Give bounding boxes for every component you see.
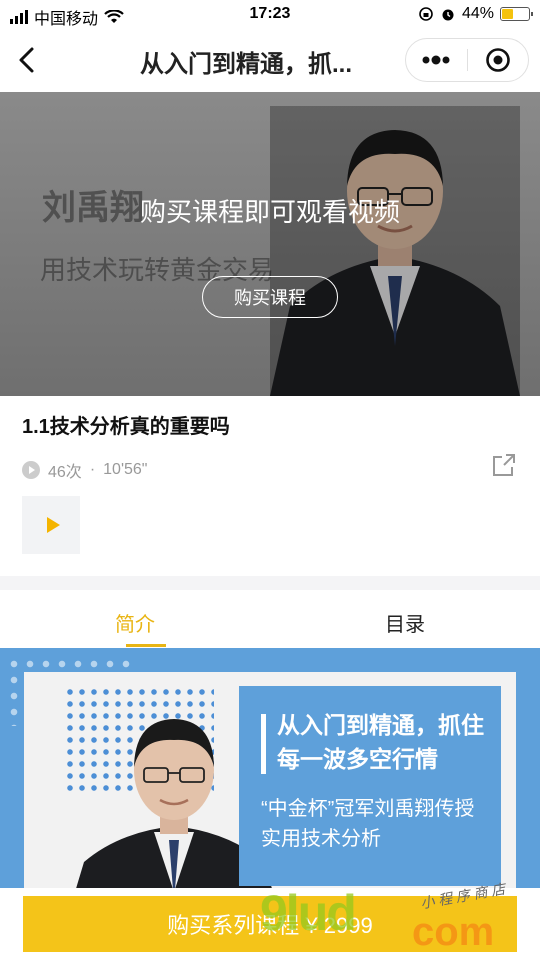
share-icon[interactable] bbox=[490, 451, 518, 479]
more-dots-icon bbox=[422, 55, 450, 65]
battery-icon bbox=[500, 7, 533, 21]
alarm-icon bbox=[442, 9, 454, 21]
headline-bar bbox=[261, 714, 266, 774]
play-count-icon bbox=[22, 461, 40, 479]
video-player[interactable]: 刘禹翔 用技术玩转黄金交易 购买课程即可观看视频 购买课程 bbox=[0, 92, 540, 396]
play-icon bbox=[46, 517, 60, 533]
page: 中国移动 17:23 44% 从入门到精通，抓... 刘禹翔 用技术玩转黄金交易… bbox=[0, 0, 540, 960]
meta-separator: · bbox=[89, 461, 96, 478]
audio-play-button[interactable] bbox=[22, 496, 80, 554]
buy-series-button[interactable]: 购买系列课程 ¥ 2999 bbox=[23, 896, 517, 952]
lesson-title: 1.1技术分析真的重要吗 bbox=[22, 416, 230, 438]
lesson-meta: 46次 · 10'56" bbox=[22, 458, 147, 482]
tab-catalog[interactable]: 目录 bbox=[270, 590, 540, 648]
lesson-duration: 10'56" bbox=[103, 461, 148, 478]
tab-bar: 简介 目录 bbox=[0, 590, 540, 648]
back-arrow-icon[interactable] bbox=[10, 42, 46, 78]
battery-percent: 44% bbox=[461, 5, 494, 22]
banner-headline: 从入门到精通，抓住每一波多空行情 bbox=[277, 712, 484, 772]
status-bar: 中国移动 17:23 44% bbox=[0, 0, 540, 30]
mini-program-capsule bbox=[405, 38, 529, 82]
buy-course-button[interactable]: 购买课程 bbox=[202, 276, 338, 318]
video-lock-message: 购买课程即可观看视频 bbox=[139, 197, 400, 227]
tab-intro[interactable]: 简介 bbox=[0, 590, 270, 648]
battery-fill bbox=[502, 9, 514, 19]
target-circle-icon bbox=[485, 48, 510, 72]
rotation-lock-icon bbox=[419, 7, 433, 21]
page-title: 从入门到精通，抓... bbox=[140, 51, 353, 78]
close-button[interactable] bbox=[467, 38, 528, 82]
more-button[interactable] bbox=[406, 38, 467, 82]
banner-subline: “中金杯”冠军刘禹翔传授实用技术分析 bbox=[261, 798, 475, 850]
instructor-photo bbox=[270, 106, 520, 396]
section-divider bbox=[0, 576, 540, 590]
status-right: 44% bbox=[418, 5, 533, 23]
bottom-bar: 购买系列课程 ¥ 2999 bbox=[0, 888, 540, 960]
banner-text-box: 从入门到精通，抓住每一波多空行情 “中金杯”冠军刘禹翔传授实用技术分析 bbox=[239, 686, 501, 886]
play-count: 46次 bbox=[48, 464, 82, 481]
nav-bar: 从入门到精通，抓... bbox=[0, 30, 540, 90]
